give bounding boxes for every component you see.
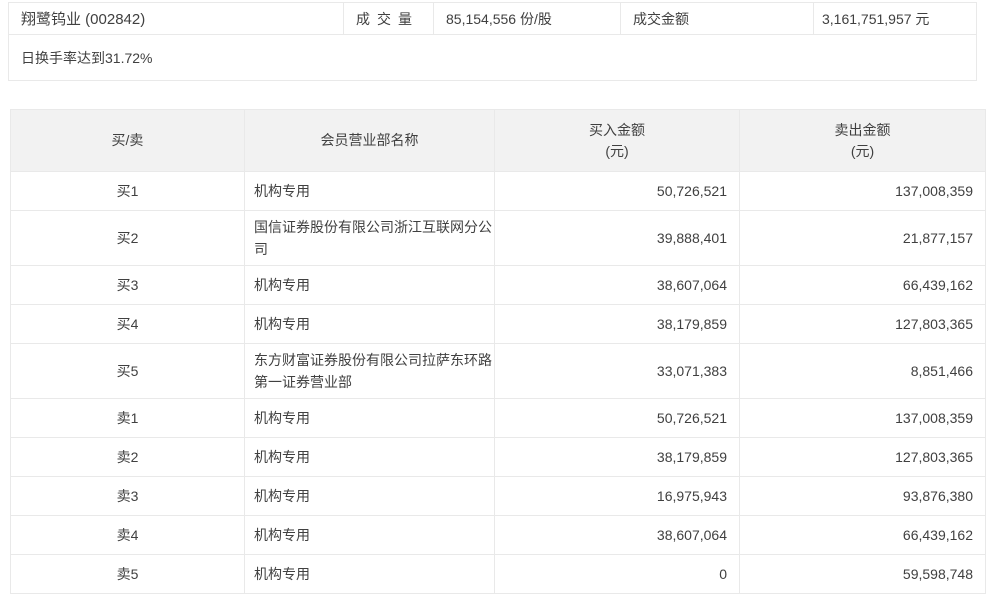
stock-summary-row: 翔鹭钨业 (002842) 成交量 85,154,556 份/股 成交金额 3,… xyxy=(9,3,976,35)
broker-order-table: 买/卖 会员营业部名称 买入金额 (元) 卖出金额 (元) 买1机构专用50,7… xyxy=(10,109,986,594)
cell-buy-sell-rank: 卖3 xyxy=(11,477,245,516)
cell-broker-name: 机构专用 xyxy=(245,516,495,555)
header-sell-amount: 卖出金额 (元) xyxy=(740,110,986,172)
header-broker-name: 会员营业部名称 xyxy=(245,110,495,172)
cell-buy-amount: 16,975,943 xyxy=(495,477,740,516)
table-header: 买/卖 会员营业部名称 买入金额 (元) 卖出金额 (元) xyxy=(11,110,986,172)
table-row: 卖5机构专用059,598,748 xyxy=(11,555,986,594)
table-row: 买2国信证券股份有限公司浙江互联网分公司39,888,40121,877,157 xyxy=(11,211,986,266)
table-row: 卖4机构专用38,607,06466,439,162 xyxy=(11,516,986,555)
cell-sell-amount: 66,439,162 xyxy=(740,266,986,305)
cell-buy-amount: 33,071,383 xyxy=(495,344,740,399)
cell-sell-amount: 93,876,380 xyxy=(740,477,986,516)
cell-buy-amount: 38,179,859 xyxy=(495,438,740,477)
table-row: 买1机构专用50,726,521137,008,359 xyxy=(11,172,986,211)
cell-broker-name: 机构专用 xyxy=(245,266,495,305)
header-sell-amount-line1: 卖出金额 xyxy=(741,120,984,141)
header-buy-amount-unit: (元) xyxy=(496,141,738,162)
volume-value: 85,154,556 份/股 xyxy=(434,3,621,34)
cell-broker-name: 东方财富证券股份有限公司拉萨东环路第一证券营业部 xyxy=(245,344,495,399)
order-table-body: 买1机构专用50,726,521137,008,359买2国信证券股份有限公司浙… xyxy=(11,172,986,594)
cell-buy-amount: 38,607,064 xyxy=(495,516,740,555)
cell-broker-name: 机构专用 xyxy=(245,172,495,211)
cell-buy-sell-rank: 买5 xyxy=(11,344,245,399)
cell-buy-sell-rank: 买3 xyxy=(11,266,245,305)
cell-buy-sell-rank: 卖5 xyxy=(11,555,245,594)
cell-sell-amount: 127,803,365 xyxy=(740,438,986,477)
cell-sell-amount: 59,598,748 xyxy=(740,555,986,594)
table-header-row: 买/卖 会员营业部名称 买入金额 (元) 卖出金额 (元) xyxy=(11,110,986,172)
cell-buy-sell-rank: 卖2 xyxy=(11,438,245,477)
table-row: 卖1机构专用50,726,521137,008,359 xyxy=(11,399,986,438)
cell-buy-sell-rank: 买4 xyxy=(11,305,245,344)
amount-value: 3,161,751,957 元 xyxy=(814,3,976,34)
cell-buy-sell-rank: 买1 xyxy=(11,172,245,211)
amount-label: 成交金额 xyxy=(621,3,814,34)
cell-buy-amount: 38,607,064 xyxy=(495,266,740,305)
cell-broker-name: 国信证券股份有限公司浙江互联网分公司 xyxy=(245,211,495,266)
cell-broker-name: 机构专用 xyxy=(245,399,495,438)
header-sell-amount-unit: (元) xyxy=(741,141,984,162)
turnover-note: 日换手率达到31.72% xyxy=(9,35,976,80)
cell-sell-amount: 137,008,359 xyxy=(740,172,986,211)
cell-broker-name: 机构专用 xyxy=(245,305,495,344)
cell-buy-sell-rank: 卖4 xyxy=(11,516,245,555)
stock-title: 翔鹭钨业 (002842) xyxy=(9,3,344,34)
stock-summary-box: 翔鹭钨业 (002842) 成交量 85,154,556 份/股 成交金额 3,… xyxy=(8,2,977,81)
cell-buy-amount: 38,179,859 xyxy=(495,305,740,344)
header-buy-sell: 买/卖 xyxy=(11,110,245,172)
table-row: 卖2机构专用38,179,859127,803,365 xyxy=(11,438,986,477)
table-row: 买5东方财富证券股份有限公司拉萨东环路第一证券营业部33,071,3838,85… xyxy=(11,344,986,399)
cell-broker-name: 机构专用 xyxy=(245,438,495,477)
volume-label: 成交量 xyxy=(344,3,434,34)
cell-sell-amount: 8,851,466 xyxy=(740,344,986,399)
cell-sell-amount: 66,439,162 xyxy=(740,516,986,555)
cell-buy-sell-rank: 卖1 xyxy=(11,399,245,438)
cell-buy-sell-rank: 买2 xyxy=(11,211,245,266)
table-row: 卖3机构专用16,975,94393,876,380 xyxy=(11,477,986,516)
header-buy-amount-line1: 买入金额 xyxy=(496,120,738,141)
cell-buy-amount: 0 xyxy=(495,555,740,594)
cell-buy-amount: 50,726,521 xyxy=(495,399,740,438)
header-buy-amount: 买入金额 (元) xyxy=(495,110,740,172)
table-row: 买3机构专用38,607,06466,439,162 xyxy=(11,266,986,305)
cell-sell-amount: 137,008,359 xyxy=(740,399,986,438)
table-row: 买4机构专用38,179,859127,803,365 xyxy=(11,305,986,344)
cell-sell-amount: 127,803,365 xyxy=(740,305,986,344)
cell-buy-amount: 39,888,401 xyxy=(495,211,740,266)
cell-broker-name: 机构专用 xyxy=(245,555,495,594)
cell-buy-amount: 50,726,521 xyxy=(495,172,740,211)
cell-sell-amount: 21,877,157 xyxy=(740,211,986,266)
cell-broker-name: 机构专用 xyxy=(245,477,495,516)
